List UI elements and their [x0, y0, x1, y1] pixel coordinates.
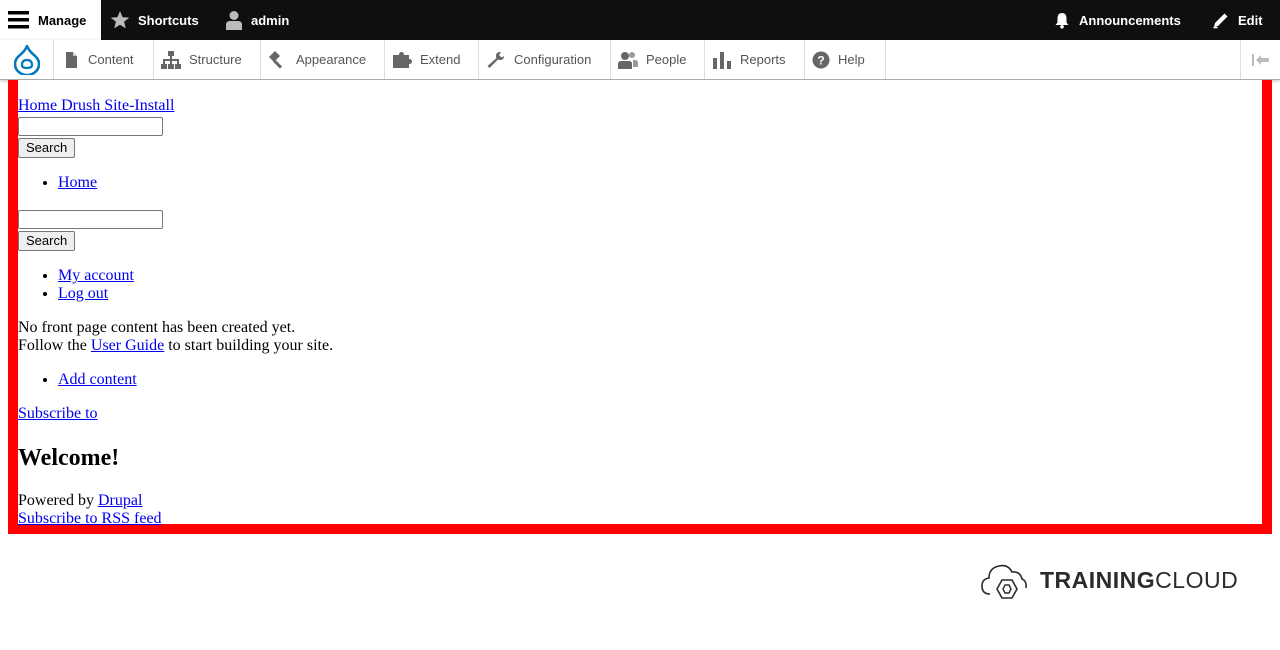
bell-icon [1055, 13, 1069, 29]
pencil-icon [1213, 13, 1228, 29]
tray-item-reports[interactable]: Reports [704, 40, 805, 79]
tray-item-label: Structure [189, 52, 242, 67]
help-icon: ? [812, 51, 830, 68]
tray-item-label: Reports [740, 52, 786, 67]
search-input[interactable] [18, 117, 163, 136]
wrench-icon [487, 51, 504, 68]
admin-tray: Content Structure Appearance Extend Conf… [0, 40, 1280, 80]
follow-suffix: to start building your site. [168, 337, 334, 354]
powered-by-text: Powered by Drupal [18, 492, 1258, 510]
tray-item-people[interactable]: People [610, 40, 705, 79]
search-button-secondary[interactable]: Search [18, 231, 76, 251]
bar-chart-icon [713, 51, 731, 69]
user-icon [226, 11, 242, 30]
announcements-label: Announcements [1079, 12, 1181, 28]
sitemap-icon [161, 50, 181, 69]
tray-item-structure[interactable]: Structure [153, 40, 261, 79]
shortcuts-label: Shortcuts [138, 12, 199, 28]
nav-item-home: Home [58, 174, 1258, 192]
drupal-drop-icon [13, 44, 40, 75]
edit-label: Edit [1238, 12, 1263, 28]
account-menu-item: My account [58, 267, 1258, 285]
subscribe-link[interactable]: Subscribe to [18, 405, 98, 422]
star-icon [110, 11, 130, 29]
tray-item-label: People [646, 52, 687, 67]
tray-item-content[interactable]: Content [54, 40, 154, 79]
manage-label: Manage [38, 12, 87, 28]
log-out-link[interactable]: Log out [58, 285, 108, 302]
tray-item-help[interactable]: ? Help [804, 40, 886, 79]
welcome-heading: Welcome! [18, 445, 120, 471]
cloud-icon [981, 564, 1027, 599]
tray-item-label: Appearance [296, 52, 367, 67]
tray-item-label: Extend [420, 52, 461, 67]
hamburger-icon [8, 11, 29, 29]
trainingcloud-logo: TRAININGCLOUD [980, 560, 1238, 600]
follow-prefix: Follow the [18, 337, 87, 354]
nav-link-home[interactable]: Home [58, 174, 97, 191]
no-content-message: No front page content has been created y… [18, 319, 296, 336]
puzzle-icon [393, 51, 412, 68]
trainingcloud-wordmark: TRAININGCLOUD [1040, 567, 1238, 594]
shortcuts-tab[interactable]: Shortcuts [110, 0, 199, 40]
file-icon [66, 51, 77, 68]
tray-orientation-toggle[interactable] [1240, 40, 1280, 79]
tray-item-label: Content [88, 52, 134, 67]
rss-feed-link[interactable]: Subscribe to RSS feed [18, 510, 162, 527]
search-button[interactable]: Search [18, 138, 76, 158]
user-guide-link[interactable]: User Guide [91, 337, 164, 354]
admin-toolbar: Manage Shortcuts admin Announcements Edi… [0, 0, 1280, 40]
drupal-link[interactable]: Drupal [98, 492, 142, 509]
manage-tab[interactable]: Manage [0, 0, 101, 40]
main-navigation: Home [18, 174, 1258, 192]
powered-by-label: Powered by [18, 492, 94, 509]
user-label: admin [251, 12, 290, 28]
page-content: Home Drush Site-Install Search Home Sear… [18, 97, 1258, 528]
tray-item-label: Help [838, 52, 865, 67]
paintbrush-icon [269, 50, 283, 69]
tray-item-extend[interactable]: Extend [384, 40, 479, 79]
collapse-left-icon [1252, 53, 1269, 66]
add-content-link[interactable]: Add content [58, 371, 137, 388]
announcements-tab[interactable]: Announcements [1053, 0, 1181, 40]
content-action-item: Add content [58, 371, 1258, 389]
wordmark-light: CLOUD [1155, 566, 1239, 593]
tray-item-appearance[interactable]: Appearance [260, 40, 385, 79]
home-logo-link[interactable]: Home Drush Site-Install [18, 97, 174, 114]
tray-item-configuration[interactable]: Configuration [478, 40, 611, 79]
account-menu-item: Log out [58, 285, 1258, 303]
my-account-link[interactable]: My account [58, 267, 134, 284]
svg-text:?: ? [817, 53, 824, 67]
follow-guide-text: Follow the User Guide to start building … [18, 337, 1258, 355]
drupal-logo-link[interactable] [0, 40, 54, 79]
people-icon [618, 51, 638, 69]
content-actions: Add content [18, 371, 1258, 389]
edit-tab[interactable]: Edit [1212, 0, 1263, 40]
wordmark-bold: TRAINING [1040, 566, 1156, 593]
search-input-secondary[interactable] [18, 210, 163, 229]
tray-item-label: Configuration [514, 52, 592, 67]
user-tab[interactable]: admin [225, 0, 289, 40]
account-menu: My account Log out [18, 267, 1258, 303]
